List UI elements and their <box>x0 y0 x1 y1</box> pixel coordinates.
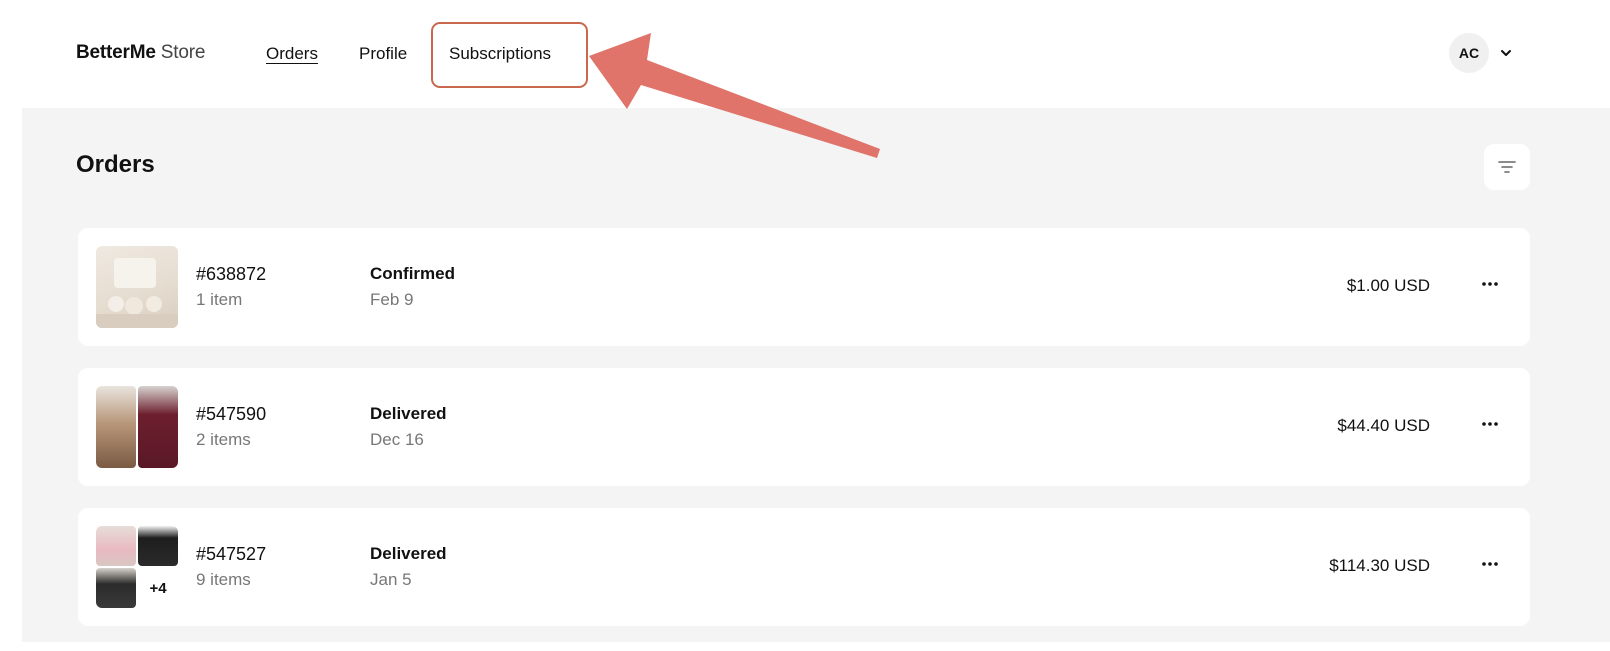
top-nav: BetterMe Store Orders Profile Subscripti… <box>0 0 1610 108</box>
more-horizontal-icon <box>1482 422 1498 426</box>
order-number: #547590 <box>196 404 267 424</box>
order-date: Jan 5 <box>370 570 412 589</box>
more-products-count: +4 <box>138 568 178 608</box>
more-options-button[interactable] <box>1478 272 1502 296</box>
order-date: Feb 9 <box>370 290 414 309</box>
more-horizontal-icon <box>1482 562 1498 566</box>
avatar[interactable]: AC <box>1449 33 1489 73</box>
product-image <box>138 526 178 566</box>
order-total: $44.40 USD <box>1337 416 1430 435</box>
page-title: Orders <box>76 151 155 178</box>
order-status: Delivered <box>370 404 447 423</box>
order-row[interactable]: #547590 2 items Delivered Dec 16 $44.40 … <box>78 368 1530 486</box>
orders-panel: Orders #638872 1 item Confirmed Feb 9 $1… <box>22 108 1610 642</box>
order-thumbnail <box>96 386 178 468</box>
order-number: #547527 <box>196 544 267 564</box>
more-options-button[interactable] <box>1478 412 1502 436</box>
order-status: Confirmed <box>370 264 455 283</box>
product-image <box>96 386 136 468</box>
order-status: Delivered <box>370 544 447 563</box>
subscriptions-highlight-box <box>431 22 588 88</box>
product-image <box>96 526 136 566</box>
order-item-count: 1 item <box>196 290 243 309</box>
order-total: $114.30 USD <box>1329 556 1430 575</box>
product-image <box>96 258 178 328</box>
order-item-count: 9 items <box>196 570 251 589</box>
order-thumbnail <box>96 246 178 328</box>
chevron-down-icon[interactable] <box>1499 46 1513 60</box>
order-date: Dec 16 <box>370 430 424 449</box>
order-number: #638872 <box>196 264 267 284</box>
order-row[interactable]: +4 #547527 9 items Delivered Jan 5 $114.… <box>78 508 1530 626</box>
more-horizontal-icon <box>1482 282 1498 286</box>
nav-profile[interactable]: Profile <box>359 44 407 64</box>
more-options-button[interactable] <box>1478 552 1502 576</box>
order-thumbnail: +4 <box>96 526 178 608</box>
order-item-count: 2 items <box>196 430 251 449</box>
order-total: $1.00 USD <box>1346 276 1430 295</box>
filter-icon <box>1498 161 1516 173</box>
brand-name: BetterMe <box>76 42 156 63</box>
product-image <box>138 386 178 468</box>
filter-button[interactable] <box>1484 144 1530 190</box>
product-image <box>96 568 136 608</box>
brand-store: Store <box>160 42 206 63</box>
nav-orders[interactable]: Orders <box>266 44 318 64</box>
order-row[interactable]: #638872 1 item Confirmed Feb 9 $1.00 USD <box>78 228 1530 346</box>
brand-logo[interactable]: BetterMe Store <box>76 42 205 64</box>
user-menu[interactable]: AC <box>1449 33 1513 73</box>
